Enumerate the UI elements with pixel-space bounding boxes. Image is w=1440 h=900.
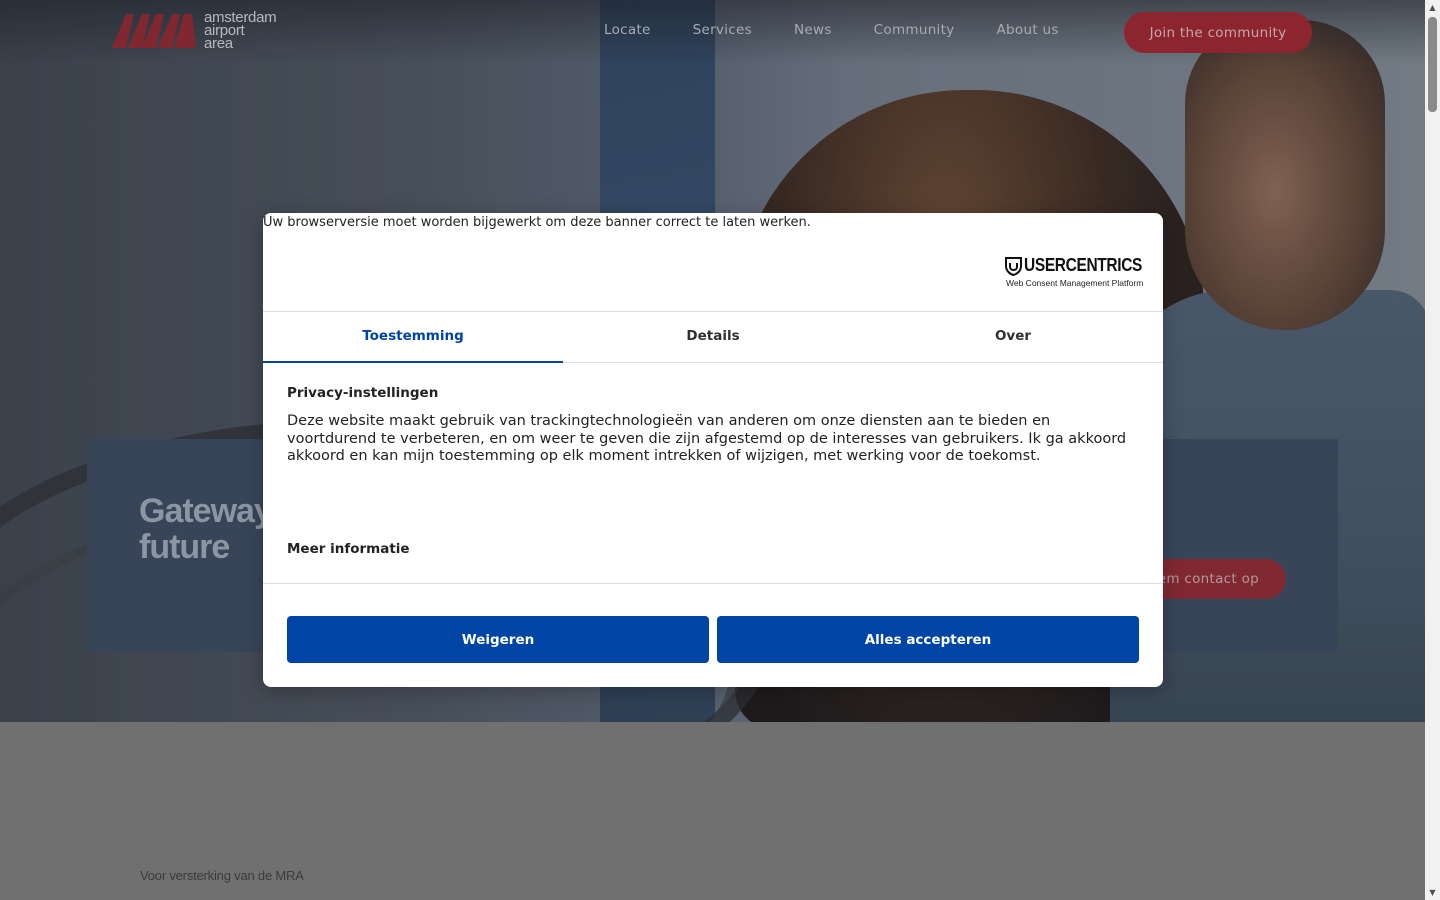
consent-tabs: Toestemming Details Over bbox=[263, 311, 1163, 363]
accept-all-button[interactable]: Alles accepteren bbox=[717, 616, 1139, 663]
scroll-up-arrow-icon[interactable]: ▲ bbox=[1425, 0, 1440, 15]
logo-mark-icon bbox=[112, 14, 196, 48]
browser-warning: Uw browserversie moet worden bijgewerkt … bbox=[263, 215, 811, 230]
nav-link-locate[interactable]: Locate bbox=[604, 22, 651, 38]
deny-button[interactable]: Weigeren bbox=[287, 616, 709, 663]
usercentrics-wordmark: USERCENTRICS bbox=[1024, 255, 1143, 275]
privacy-settings-title: Privacy-instellingen bbox=[287, 385, 439, 401]
scroll-down-arrow-icon[interactable]: ▼ bbox=[1425, 885, 1440, 900]
join-community-button[interactable]: Join the community bbox=[1124, 12, 1312, 53]
section-kicker: Voor versterking van de MRA bbox=[140, 868, 304, 883]
nav-link-news[interactable]: News bbox=[794, 22, 832, 38]
footer-divider bbox=[263, 583, 1163, 584]
tab-details[interactable]: Details bbox=[563, 312, 863, 362]
content-section: Voor versterking van de MRA bbox=[0, 722, 1425, 900]
nav-links: Locate Services News Community About us bbox=[604, 22, 1101, 38]
scrollbar-thumb[interactable] bbox=[1428, 17, 1437, 112]
tab-toestemming[interactable]: Toestemming bbox=[263, 312, 563, 363]
hero-person-right-head bbox=[1185, 20, 1385, 330]
top-navigation: amsterdam airport area Locate Services N… bbox=[0, 0, 1425, 64]
logo-wordmark: amsterdam airport area bbox=[204, 10, 277, 51]
shield-icon bbox=[1005, 257, 1022, 276]
consent-content: Privacy-instellingen Deze website maakt … bbox=[287, 385, 1139, 466]
consent-dialog: Uw browserversie moet worden bijgewerkt … bbox=[263, 213, 1163, 687]
page-scrollbar[interactable]: ▲ ▼ bbox=[1425, 0, 1440, 900]
tab-over[interactable]: Over bbox=[863, 312, 1163, 362]
usercentrics-tagline: Web Consent Management Platform bbox=[1006, 278, 1144, 288]
privacy-description: Deze website maakt gebruik van trackingt… bbox=[287, 413, 1127, 464]
nav-link-community[interactable]: Community bbox=[874, 22, 955, 38]
nav-link-services[interactable]: Services bbox=[693, 22, 752, 38]
consent-buttons: Weigeren Alles accepteren bbox=[287, 616, 1139, 663]
more-info-link[interactable]: Meer informatie bbox=[287, 541, 410, 557]
nav-link-about-us[interactable]: About us bbox=[997, 22, 1059, 38]
usercentrics-logo: USERCENTRICS Web Consent Management Plat… bbox=[1005, 255, 1143, 288]
site-logo[interactable]: amsterdam airport area bbox=[112, 10, 292, 51]
